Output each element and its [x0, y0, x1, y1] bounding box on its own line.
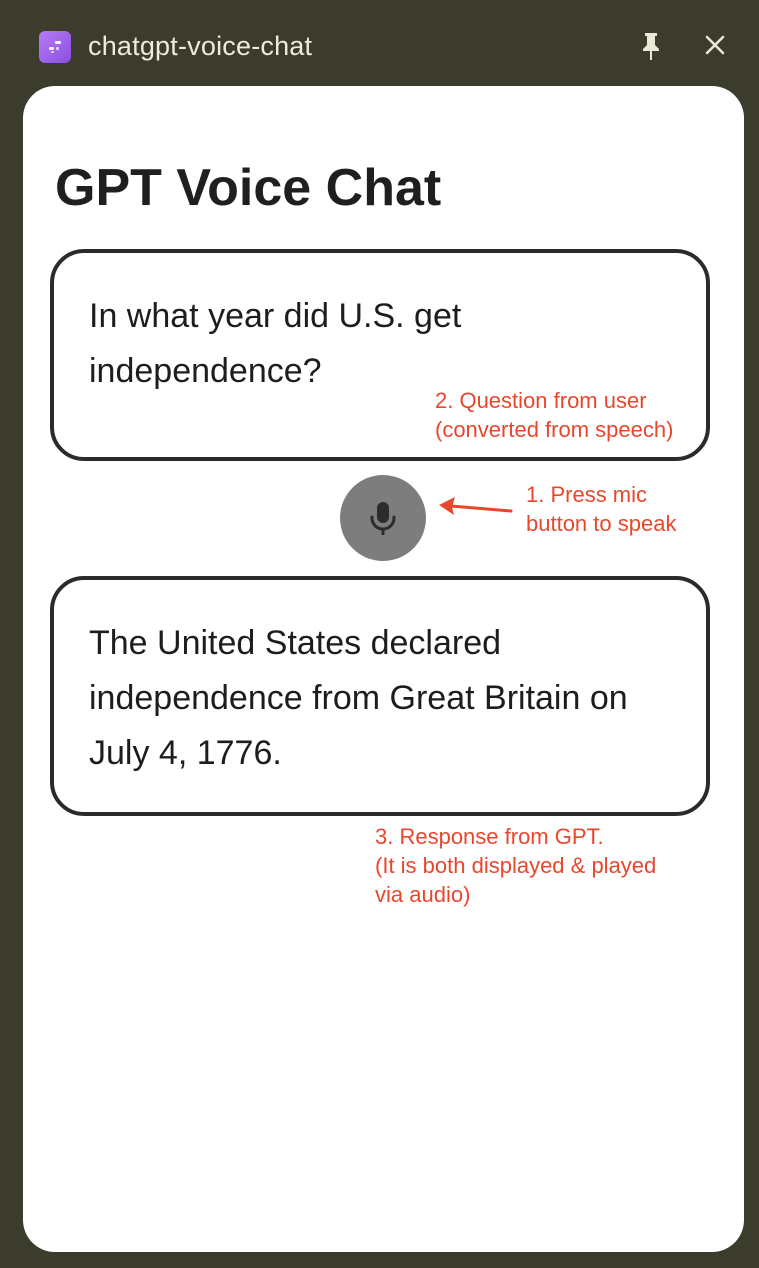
- app-panel: GPT Voice Chat In what year did U.S. get…: [23, 86, 744, 1252]
- response-text: The United States declared independence …: [89, 624, 628, 772]
- arrow-left-icon: [439, 497, 513, 515]
- microphone-icon: [370, 502, 396, 535]
- app-window: chatgpt-voice-chat GPT Voice Chat In wha…: [0, 0, 759, 1268]
- pin-icon[interactable]: [637, 30, 665, 62]
- app-icon: [39, 31, 71, 63]
- window-title: chatgpt-voice-chat: [88, 31, 313, 61]
- question-annotation: 2. Question from user (converted from sp…: [435, 388, 674, 442]
- question-text: In what year did U.S. get independence?: [89, 297, 462, 390]
- mic-button[interactable]: [340, 475, 426, 561]
- page-title: GPT Voice Chat: [55, 159, 442, 217]
- close-icon[interactable]: [700, 30, 730, 60]
- mic-annotation: 1. Press mic button to speak: [526, 482, 677, 536]
- title-bar: chatgpt-voice-chat: [0, 0, 759, 86]
- response-bubble: The United States declared independence …: [50, 576, 710, 816]
- response-annotation: 3. Response from GPT. (It is both displa…: [375, 824, 657, 907]
